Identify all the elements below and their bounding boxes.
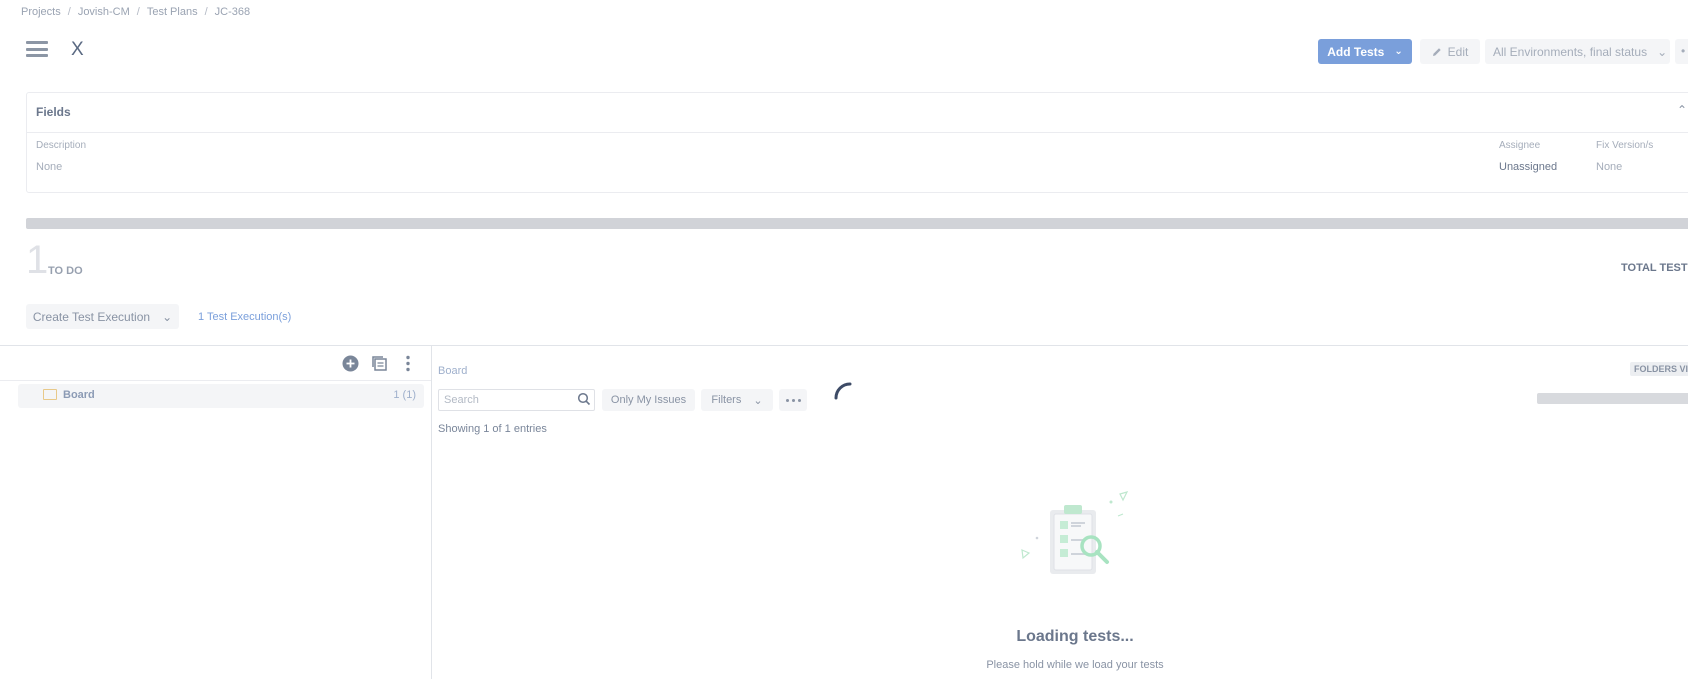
hamburger-icon[interactable]	[26, 41, 48, 57]
more-actions-button[interactable]: •	[1675, 39, 1688, 64]
description-label: Description	[36, 140, 87, 151]
description-value[interactable]: None	[36, 161, 62, 173]
plus-circle-icon[interactable]	[342, 355, 359, 372]
clipboard-illustration	[1021, 491, 1129, 574]
fields-title: Fields	[36, 105, 71, 119]
fix-version-value[interactable]: None	[1596, 161, 1622, 173]
breadcrumb: Projects / Jovish-CM / Test Plans / JC-368	[21, 6, 250, 18]
pagination-bar	[1537, 393, 1688, 404]
tree-item-count: 1 (1)	[393, 389, 416, 401]
breadcrumb-separator: /	[67, 6, 71, 18]
loading-subtitle: Please hold while we load your tests	[986, 659, 1164, 671]
breadcrumb-issue-key[interactable]: JC-368	[215, 6, 250, 18]
pencil-icon	[1432, 47, 1441, 56]
chevron-down-icon: ⌄	[1394, 46, 1403, 57]
assignee-label: Assignee	[1499, 140, 1541, 151]
breadcrumb-projects[interactable]: Projects	[21, 6, 61, 18]
add-tests-button[interactable]: Add Tests ⌄	[1318, 39, 1412, 64]
chevron-down-icon: ⌄	[162, 309, 173, 324]
status-count: 1	[26, 238, 49, 282]
status-label: TO DO	[48, 265, 83, 277]
only-my-issues-label: Only My Issues	[610, 394, 687, 406]
add-tests-label: Add Tests	[1327, 44, 1385, 59]
folder-icon	[43, 389, 57, 400]
environment-select[interactable]: All Environments, final status ⌄	[1485, 39, 1670, 64]
only-my-issues-button[interactable]: Only My Issues	[602, 389, 695, 411]
chevron-down-icon: ⌄	[753, 394, 763, 407]
test-executions-link[interactable]: 1 Test Execution(s)	[198, 311, 291, 323]
breadcrumb-separator: /	[204, 6, 208, 18]
search-icon[interactable]	[577, 392, 591, 406]
fix-version-label: Fix Version/s	[1596, 140, 1654, 151]
fields-panel: Fields ⌃ Description None Assignee Unass…	[26, 92, 1688, 193]
breadcrumb-project[interactable]: Jovish-CM	[78, 6, 130, 18]
loading-title: Loading tests...	[1016, 628, 1134, 645]
test-status-progress-bar	[26, 218, 1688, 229]
page-title: X	[71, 39, 84, 60]
more-options-button[interactable]	[779, 389, 807, 411]
chevron-up-icon[interactable]: ⌃	[1677, 103, 1687, 117]
tree-item-label: Board	[63, 389, 95, 401]
vertical-dots-icon[interactable]	[404, 355, 412, 372]
edit-label: Edit	[1447, 44, 1469, 59]
folders-view-toggle[interactable]: FOLDERS VIEW	[1630, 362, 1688, 376]
assignee-value[interactable]: Unassigned	[1499, 161, 1557, 173]
entries-count: Showing 1 of 1 entries	[438, 423, 547, 435]
chevron-down-icon: ⌄	[1657, 44, 1668, 59]
tree-item-board[interactable]: Board 1 (1)	[18, 384, 424, 408]
create-test-execution-label: Create Test Execution	[32, 309, 151, 324]
environment-label: All Environments, final status	[1493, 44, 1648, 59]
edit-button[interactable]: Edit	[1420, 39, 1480, 64]
filters-button[interactable]: Filters ⌄	[701, 389, 773, 411]
fields-panel-header[interactable]: Fields ⌃	[27, 93, 1688, 133]
search-input[interactable]	[438, 389, 595, 411]
breadcrumb-separator: /	[136, 6, 140, 18]
breadcrumb-test-plans[interactable]: Test Plans	[147, 6, 198, 18]
total-tests-label: TOTAL TESTS	[1621, 262, 1688, 274]
filters-label: Filters	[711, 394, 742, 406]
tree-toolbar-divider	[0, 380, 431, 381]
copy-icon[interactable]	[371, 355, 388, 372]
tests-panel-title: Board	[438, 365, 468, 377]
create-test-execution-button[interactable]: Create Test Execution ⌄	[26, 304, 179, 329]
spinner-icon	[834, 382, 852, 400]
